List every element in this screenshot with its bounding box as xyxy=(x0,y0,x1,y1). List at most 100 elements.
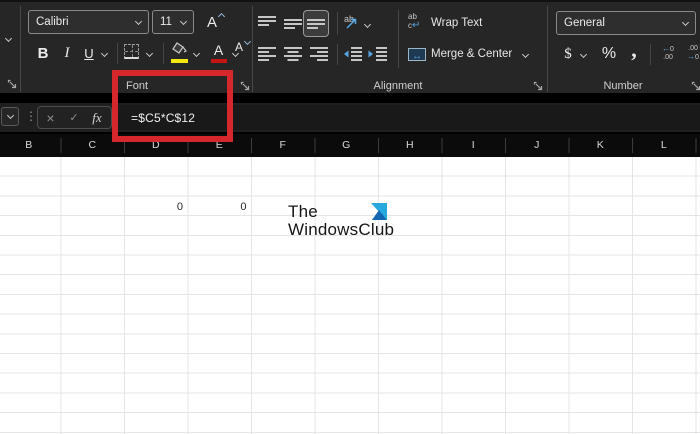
decrease-decimal-digit: 0 xyxy=(695,54,699,61)
underline-button[interactable]: U xyxy=(80,40,98,66)
font-color-letter: A xyxy=(213,41,224,58)
wrap-text-button[interactable]: Wrap Text xyxy=(431,17,482,29)
column-headers: B C D E F G H I J K L xyxy=(0,134,700,157)
cell-value-d[interactable]: 0 xyxy=(126,198,183,217)
column-header-f[interactable]: F xyxy=(251,134,315,157)
decrease-decimal-icon[interactable]: .00 →0 xyxy=(681,45,700,62)
comma-symbol: , xyxy=(631,37,637,62)
wrap-text-icon: ab c↵ xyxy=(408,12,426,32)
column-header-h[interactable]: H xyxy=(378,134,442,157)
increase-decimal-icon[interactable]: ←0 .00 xyxy=(656,45,680,62)
comma-style-button[interactable]: , xyxy=(626,37,642,62)
currency-format-button[interactable]: $ xyxy=(560,42,576,66)
watermark-line2: WindowsClub xyxy=(288,220,395,239)
fill-color-dropdown-chevron-icon[interactable] xyxy=(192,49,201,58)
decrease-font-size-button[interactable]: A xyxy=(228,36,252,58)
align-right-icon[interactable] xyxy=(310,47,328,68)
separator xyxy=(650,44,651,65)
column-header-b[interactable]: B xyxy=(0,134,61,157)
caret-up-icon xyxy=(217,12,226,21)
caret-down-icon xyxy=(243,37,252,46)
clipboard-stub-chevron-icon[interactable] xyxy=(4,34,13,43)
align-bottom-icon xyxy=(307,17,325,38)
increase-decimal-zeros: .00 xyxy=(663,54,673,61)
italic-button[interactable]: I xyxy=(58,40,76,66)
bold-label: B xyxy=(37,44,49,62)
alignment-dialog-launcher[interactable] xyxy=(533,81,544,92)
currency-dropdown-chevron-icon[interactable] xyxy=(579,50,588,59)
percent-style-button[interactable]: % xyxy=(598,42,620,66)
increase-decimal-digit: 0 xyxy=(670,46,674,53)
name-box-dropdown[interactable] xyxy=(1,107,19,126)
alignment-group-label: Alignment xyxy=(373,80,423,92)
enter-button[interactable]: ✓ xyxy=(63,111,85,124)
font-name-combobox[interactable]: Calibri xyxy=(28,10,149,34)
align-top-icon[interactable] xyxy=(258,16,276,37)
number-group-label: Number xyxy=(603,80,643,92)
font-color-button[interactable]: A xyxy=(210,41,227,58)
column-header-g[interactable]: G xyxy=(315,134,379,157)
column-header-l[interactable]: L xyxy=(632,134,696,157)
annotation-highlight-rectangle xyxy=(112,70,233,142)
formula-bar-controls: × ✓ fx xyxy=(37,106,112,129)
number-format-combobox[interactable]: General xyxy=(556,11,696,35)
underline-label: U xyxy=(84,45,94,61)
column-header-k[interactable]: K xyxy=(569,134,633,157)
spreadsheet-grid[interactable]: 0 0 The WindowsClub xyxy=(0,157,700,434)
clipboard-dialog-launcher[interactable] xyxy=(7,79,18,90)
wrap-icon-arrow: ↵ xyxy=(412,20,421,31)
column-header-j[interactable]: J xyxy=(505,134,569,157)
fill-color-swatch xyxy=(171,59,188,63)
watermark-line1: The xyxy=(288,202,318,221)
windowsclub-logo-icon xyxy=(371,203,387,220)
separator xyxy=(163,43,164,64)
increase-font-size-button[interactable]: A xyxy=(200,10,226,34)
chevron-down-icon xyxy=(134,17,143,25)
group-separator xyxy=(547,6,548,92)
cancel-button[interactable]: × xyxy=(38,110,63,126)
orientation-icon[interactable]: ab xyxy=(344,14,357,29)
group-separator xyxy=(252,6,253,92)
number-dialog-launcher[interactable] xyxy=(691,81,700,92)
decrease-decimal-zeros: .00 xyxy=(688,45,698,52)
align-bottom-button-selected[interactable] xyxy=(303,10,329,37)
merge-center-button[interactable]: Merge & Center xyxy=(431,48,512,60)
font-color-swatch xyxy=(211,59,227,63)
merge-center-icon: ↔ xyxy=(408,48,426,62)
insert-function-button[interactable]: fx xyxy=(85,110,109,126)
formula-bar-drag-handle[interactable]: ⋮ xyxy=(25,109,37,123)
separator xyxy=(337,44,338,65)
percent-symbol: % xyxy=(601,45,617,62)
group-separator xyxy=(20,6,21,92)
align-middle-icon[interactable] xyxy=(284,16,302,37)
decrease-indent-icon[interactable] xyxy=(342,47,362,68)
arrow-right-icon: → xyxy=(687,52,696,61)
merge-icon-arrows: ↔ xyxy=(412,51,422,62)
separator xyxy=(337,12,338,35)
separator xyxy=(398,10,399,68)
font-dialog-launcher[interactable] xyxy=(240,81,251,92)
font-size-value: 11 xyxy=(160,16,172,28)
chevron-down-icon xyxy=(681,18,690,26)
font-size-combobox[interactable]: 11 xyxy=(152,10,194,34)
italic-label: I xyxy=(64,44,70,61)
arrow-left-icon: ← xyxy=(662,44,671,53)
merge-center-dropdown-chevron-icon[interactable] xyxy=(521,50,530,59)
orientation-dropdown-chevron-icon[interactable] xyxy=(363,20,372,29)
ribbon: Calibri 11 A A B I U A Font ab ab c↵ Wra… xyxy=(0,0,700,93)
increase-indent-icon[interactable] xyxy=(367,47,387,68)
borders-dropdown-chevron-icon[interactable] xyxy=(145,49,154,58)
number-format-value: General xyxy=(564,17,605,29)
underline-dropdown-chevron-icon[interactable] xyxy=(100,49,109,58)
cell-value-e[interactable]: 0 xyxy=(190,198,246,217)
bold-button[interactable]: B xyxy=(33,40,53,66)
align-center-icon[interactable] xyxy=(284,47,302,68)
align-left-icon[interactable] xyxy=(258,47,276,68)
grow-font-letter: A xyxy=(206,13,217,31)
excel-window: Calibri 11 A A B I U A Font ab ab c↵ Wra… xyxy=(0,0,700,434)
chevron-down-icon xyxy=(179,17,188,25)
currency-symbol: $ xyxy=(564,45,572,62)
borders-icon[interactable] xyxy=(124,44,139,59)
column-header-i[interactable]: I xyxy=(442,134,506,157)
separator xyxy=(117,43,118,64)
